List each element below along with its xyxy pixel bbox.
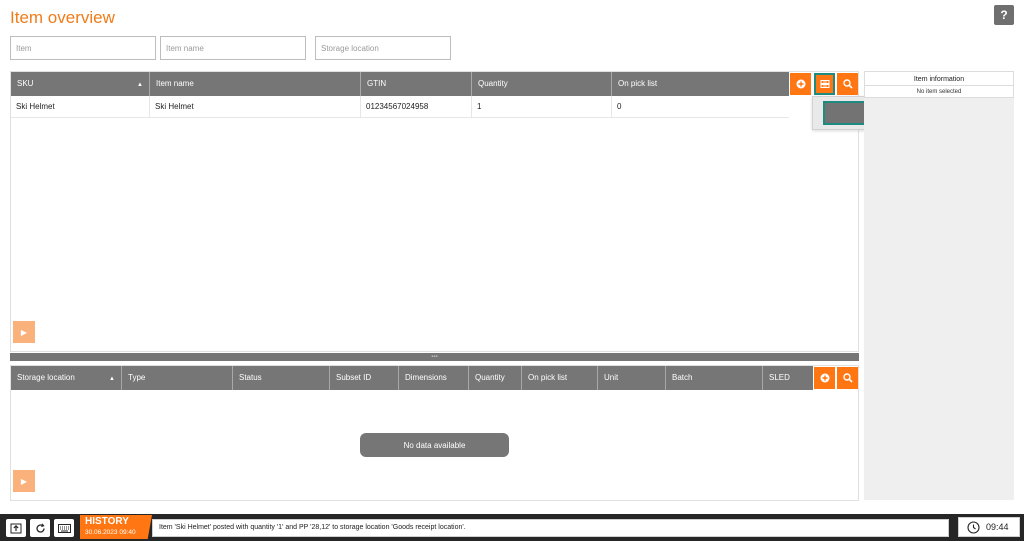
cell-sku: Ski Helmet bbox=[11, 96, 150, 117]
sort-up-icon: ▲ bbox=[109, 376, 115, 382]
play-icon: ▶ bbox=[20, 327, 28, 337]
add-item-button[interactable] bbox=[790, 73, 811, 95]
item-information-header: Item information No item selected bbox=[864, 71, 1014, 98]
column-header-status[interactable]: Status bbox=[233, 366, 330, 390]
item-information-title: Item information bbox=[865, 74, 1013, 86]
cell-item-name: Ski Helmet bbox=[150, 96, 361, 117]
add-location-button[interactable] bbox=[814, 367, 835, 389]
page-title: Item overview bbox=[10, 8, 115, 27]
column-header-on-pick-list[interactable]: On pick list bbox=[612, 72, 789, 96]
add-icon bbox=[796, 79, 805, 89]
history-timestamp: 30.06.2023 09:40 bbox=[85, 529, 136, 536]
column-header-storage-location[interactable]: Storage location ▲ bbox=[11, 366, 122, 390]
clock[interactable]: 09:44 bbox=[958, 517, 1020, 537]
locations-table-header: Storage location ▲ Type Status Subset ID… bbox=[11, 366, 813, 390]
items-expand-button[interactable]: ▶ bbox=[13, 321, 35, 343]
no-data-message: No data available bbox=[360, 433, 509, 457]
item-information-empty: No item selected bbox=[916, 89, 962, 95]
column-header-quantity[interactable]: Quantity bbox=[472, 72, 612, 96]
storage-locations-table: Storage location ▲ Type Status Subset ID… bbox=[10, 365, 859, 501]
play-icon: ▶ bbox=[20, 476, 28, 486]
sort-up-icon: ▲ bbox=[137, 82, 143, 88]
status-message: Item 'Ski Helmet' posted with quantity '… bbox=[152, 519, 949, 537]
upload-icon bbox=[10, 523, 22, 533]
refresh-button[interactable] bbox=[30, 519, 50, 537]
upload-button[interactable] bbox=[6, 519, 26, 537]
help-icon: ? bbox=[1000, 8, 1008, 22]
splitter-grip-icon: ▪▪▪ bbox=[431, 354, 438, 360]
table-row[interactable]: Ski Helmet Ski Helmet 01234567024958 1 0 bbox=[11, 96, 789, 118]
keyboard-icon bbox=[57, 523, 71, 533]
panel-splitter[interactable]: ▪▪▪ bbox=[10, 353, 859, 361]
column-header-subset-id[interactable]: Subset ID bbox=[330, 366, 399, 390]
help-button[interactable]: ? bbox=[994, 5, 1014, 25]
column-header-type[interactable]: Type bbox=[122, 366, 233, 390]
clock-time: 09:44 bbox=[986, 522, 1009, 532]
items-table: SKU ▲ Item name GTIN Quantity On pick li… bbox=[10, 71, 859, 352]
column-header-batch[interactable]: Batch bbox=[666, 366, 763, 390]
keyboard-button[interactable] bbox=[54, 519, 74, 537]
column-header-sku[interactable]: SKU ▲ bbox=[11, 72, 150, 96]
locations-expand-button[interactable]: ▶ bbox=[13, 470, 35, 492]
storage-location-filter-input[interactable] bbox=[315, 36, 451, 60]
column-header-on-pick-list[interactable]: On pick list bbox=[522, 366, 598, 390]
items-table-header: SKU ▲ Item name GTIN Quantity On pick li… bbox=[11, 72, 789, 96]
column-header-gtin[interactable]: GTIN bbox=[361, 72, 472, 96]
column-header-sled[interactable]: SLED bbox=[763, 366, 813, 390]
labelling-button[interactable] bbox=[814, 73, 835, 95]
cell-quantity: 1 bbox=[472, 96, 612, 117]
item-name-filter-input[interactable] bbox=[160, 36, 306, 60]
column-header-item-name[interactable]: Item name bbox=[150, 72, 361, 96]
column-header-quantity[interactable]: Quantity bbox=[469, 366, 522, 390]
item-information-panel: Item information No item selected bbox=[864, 71, 1014, 500]
column-header-unit[interactable]: Unit bbox=[598, 366, 666, 390]
clock-icon bbox=[967, 520, 980, 534]
taskbar: HISTORY 30.06.2023 09:40 Item 'Ski Helme… bbox=[0, 514, 1024, 541]
search-icon bbox=[842, 373, 853, 383]
history-button[interactable]: HISTORY 30.06.2023 09:40 bbox=[80, 515, 152, 539]
search-items-button[interactable] bbox=[837, 73, 858, 95]
search-icon bbox=[842, 79, 853, 89]
add-icon bbox=[820, 373, 829, 383]
cell-gtin: 01234567024958 bbox=[361, 96, 472, 117]
refresh-icon bbox=[35, 522, 45, 533]
search-locations-button[interactable] bbox=[837, 367, 858, 389]
cell-on-pick-list: 0 bbox=[617, 102, 622, 111]
column-header-dimensions[interactable]: Dimensions bbox=[399, 366, 469, 390]
label-print-icon bbox=[820, 80, 829, 88]
item-filter-input[interactable] bbox=[10, 36, 156, 60]
history-label: HISTORY bbox=[85, 516, 129, 527]
